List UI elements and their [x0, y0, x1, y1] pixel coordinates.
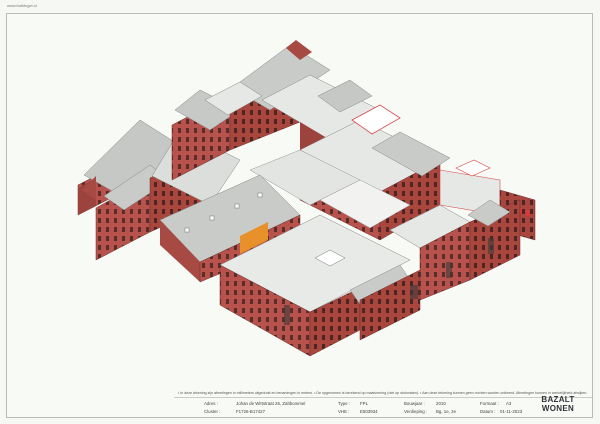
adres-label: Adres :: [204, 401, 218, 406]
type-value: FPL: [360, 401, 369, 406]
vhe-label: VHE :: [338, 409, 350, 414]
formaat-value: A3: [506, 401, 512, 406]
bouwjaar-value: 2010: [436, 401, 446, 406]
disclaimer-note: • In deze tekening zijn afmetingen in mi…: [178, 391, 588, 395]
verdieping-value: Bg, 1e, 2e: [436, 409, 457, 414]
vhe-value: E503934: [360, 409, 378, 414]
logo-line-2: WONEN: [541, 404, 575, 413]
type-label: Type :: [338, 401, 350, 406]
drawing-sheet: www.bulkfogel.nl • In deze tekening zijn…: [0, 0, 600, 424]
title-block: Adres : Johan de Wittstraat 26, Zaltbomm…: [174, 397, 592, 418]
bazalt-wonen-logo: BAZALT WONEN: [538, 394, 578, 415]
datum-value: 01-11-2023: [500, 409, 523, 414]
formaat-label: Formaat :: [480, 401, 499, 406]
cluster-value: F1726-B17427: [236, 409, 266, 414]
logo-line-1: BAZALT: [541, 395, 575, 404]
isometric-building-drawing: [77, 40, 536, 357]
cluster-label: Cluster :: [204, 409, 221, 414]
datum-label: Datum :: [480, 409, 496, 414]
verdieping-label: Verdieping :: [404, 409, 428, 414]
adres-value: Johan de Wittstraat 26, Zaltbommel: [236, 401, 306, 406]
bouwjaar-label: Bouwjaar :: [404, 401, 425, 406]
